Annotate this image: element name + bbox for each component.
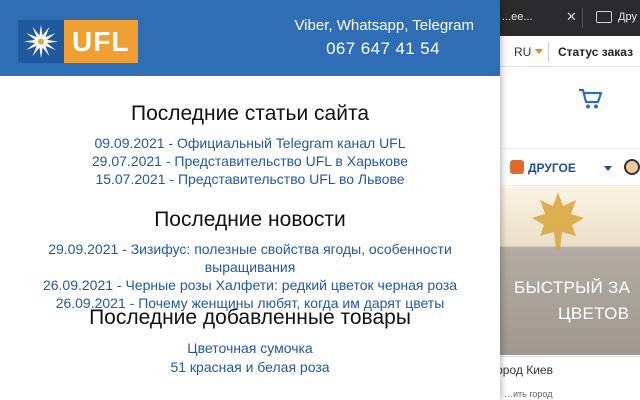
- browser-tab-bar: ...ее... ✕ Дру: [500, 0, 640, 36]
- logo-star-mark: [18, 20, 64, 63]
- news-link-continuation[interactable]: выращивания: [0, 259, 500, 275]
- close-icon[interactable]: ✕: [566, 9, 577, 25]
- browser-tab-title[interactable]: ...ее...: [502, 11, 533, 23]
- news-link[interactable]: 29.09.2021 - Зизифус: полезные свойства …: [0, 241, 500, 257]
- product-link[interactable]: 51 красная и белая роза: [0, 359, 500, 375]
- products-section-title: Последние добавленные товары: [89, 306, 411, 329]
- gift-icon: [510, 160, 524, 174]
- cart-icon[interactable]: [578, 88, 602, 110]
- nav-item-other[interactable]: ДРУГОЕ: [528, 161, 576, 175]
- divider: [500, 66, 640, 67]
- phone-number[interactable]: 067 647 41 54: [326, 39, 440, 59]
- site-nav-bar: ДРУГОЕ: [500, 148, 640, 186]
- avatar-icon[interactable]: [624, 159, 640, 175]
- extension-popup: UFL Viber, Whatsapp, Telegram 067 647 41…: [0, 0, 500, 400]
- popup-header: UFL Viber, Whatsapp, Telegram 067 647 41…: [0, 0, 500, 76]
- banner-headline: БЫСТРЫЙ ЗА: [514, 278, 631, 297]
- article-link[interactable]: 29.07.2021 - Представительство UFL в Хар…: [0, 153, 500, 169]
- flower-star-icon: [24, 24, 58, 59]
- articles-section-title: Последние статьи сайта: [130, 102, 370, 125]
- logo-text: UFL: [72, 26, 130, 57]
- contact-channels: Viber, Whatsapp, Telegram: [294, 17, 474, 34]
- news-link[interactable]: 26.09.2021 - Черные розы Халфети: редкий…: [0, 277, 500, 293]
- maple-leaf-icon: [532, 192, 584, 250]
- language-selector[interactable]: RU: [514, 45, 531, 59]
- background-website: ...ее... ✕ Дру RU Статус заказ ДРУГОЕ БЫ…: [500, 0, 640, 400]
- ufl-logo[interactable]: UFL: [18, 20, 138, 63]
- folder-icon: [596, 11, 612, 23]
- news-section-title: Последние новости: [154, 208, 346, 231]
- banner-subheadline: ЦВЕТОВ: [558, 304, 630, 323]
- change-city-link[interactable]: …ить город: [504, 389, 553, 399]
- article-link[interactable]: 15.07.2021 - Представительство UFL во Ль…: [0, 171, 500, 187]
- city-selector[interactable]: город Киев: [500, 363, 553, 377]
- tab-divider: [582, 8, 583, 28]
- order-status-link[interactable]: Статус заказ: [558, 45, 633, 59]
- bookmark-folder-label[interactable]: Дру: [618, 11, 637, 23]
- chevron-down-icon: [535, 49, 543, 54]
- chevron-down-icon: [604, 166, 612, 171]
- product-link[interactable]: Цветочная сумочка: [0, 340, 500, 356]
- article-link[interactable]: 09.09.2021 - Официальный Telegram канал …: [0, 135, 500, 151]
- divider: [548, 42, 549, 62]
